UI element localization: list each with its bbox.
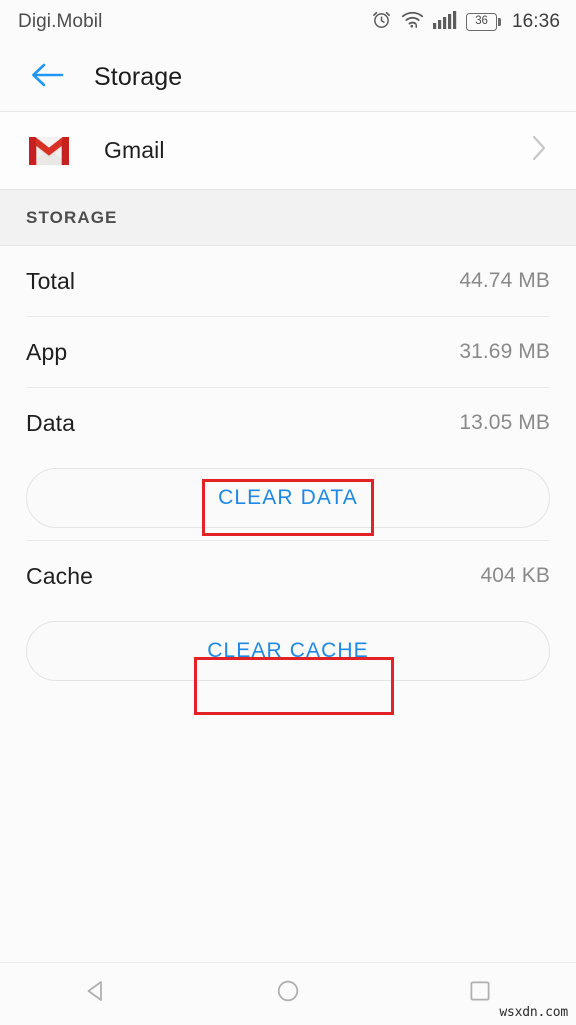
clear-data-button[interactable]: CLEAR DATA <box>26 468 550 528</box>
clear-cache-label: CLEAR CACHE <box>207 639 369 662</box>
row-label: Data <box>26 409 75 436</box>
status-bar: Digi.Mobil 36 16:36 <box>0 0 576 44</box>
clear-data-label: CLEAR DATA <box>218 486 358 509</box>
nav-home-button[interactable] <box>248 963 328 1025</box>
row-label: App <box>26 338 68 365</box>
row-label: Total <box>26 267 76 294</box>
clear-cache-row: CLEAR CACHE <box>0 611 576 693</box>
battery-level-label: 36 <box>475 15 488 28</box>
battery-body: 36 <box>465 13 497 31</box>
page-title: Storage <box>94 63 183 91</box>
row-value: 404 KB <box>480 564 550 587</box>
clock-label: 16:36 <box>511 11 560 32</box>
cellular-signal-icon <box>432 10 457 34</box>
app-row-gmail[interactable]: Gmail <box>0 112 576 189</box>
arrow-left-icon <box>30 61 64 94</box>
alarm-clock-icon <box>371 9 392 35</box>
wifi-icon <box>401 10 424 34</box>
row-value: 44.74 MB <box>459 269 550 292</box>
battery-cap <box>498 18 501 26</box>
storage-row-total: Total 44.74 MB <box>0 246 576 316</box>
chevron-right-icon <box>531 133 548 168</box>
row-label: Cache <box>26 562 93 589</box>
battery-icon: 36 <box>465 13 501 31</box>
circle-home-icon <box>274 977 302 1010</box>
section-header-label: STORAGE <box>26 207 118 227</box>
row-value: 13.05 MB <box>459 411 550 434</box>
section-header-storage: STORAGE <box>0 189 576 246</box>
square-recents-icon <box>466 977 494 1010</box>
nav-back-button[interactable] <box>56 963 136 1025</box>
app-name-label: Gmail <box>104 137 165 163</box>
status-icons: 36 16:36 <box>371 9 560 35</box>
watermark-label: wsxdn.com <box>499 1005 568 1020</box>
carrier-label: Digi.Mobil <box>18 11 103 32</box>
storage-row-data: Data 13.05 MB <box>0 388 576 458</box>
storage-content: Total 44.74 MB App 31.69 MB Data 13.05 M… <box>0 246 576 693</box>
android-navigation-bar <box>0 962 576 1024</box>
gmail-icon <box>24 126 74 176</box>
app-bar: Storage <box>0 44 576 111</box>
storage-row-cache: Cache 404 KB <box>0 541 576 611</box>
triangle-back-icon <box>82 977 110 1010</box>
storage-row-app: App 31.69 MB <box>0 317 576 387</box>
row-value: 31.69 MB <box>459 340 550 363</box>
clear-cache-button[interactable]: CLEAR CACHE <box>26 621 550 681</box>
back-button[interactable] <box>26 57 68 99</box>
clear-data-row: CLEAR DATA <box>0 458 576 540</box>
